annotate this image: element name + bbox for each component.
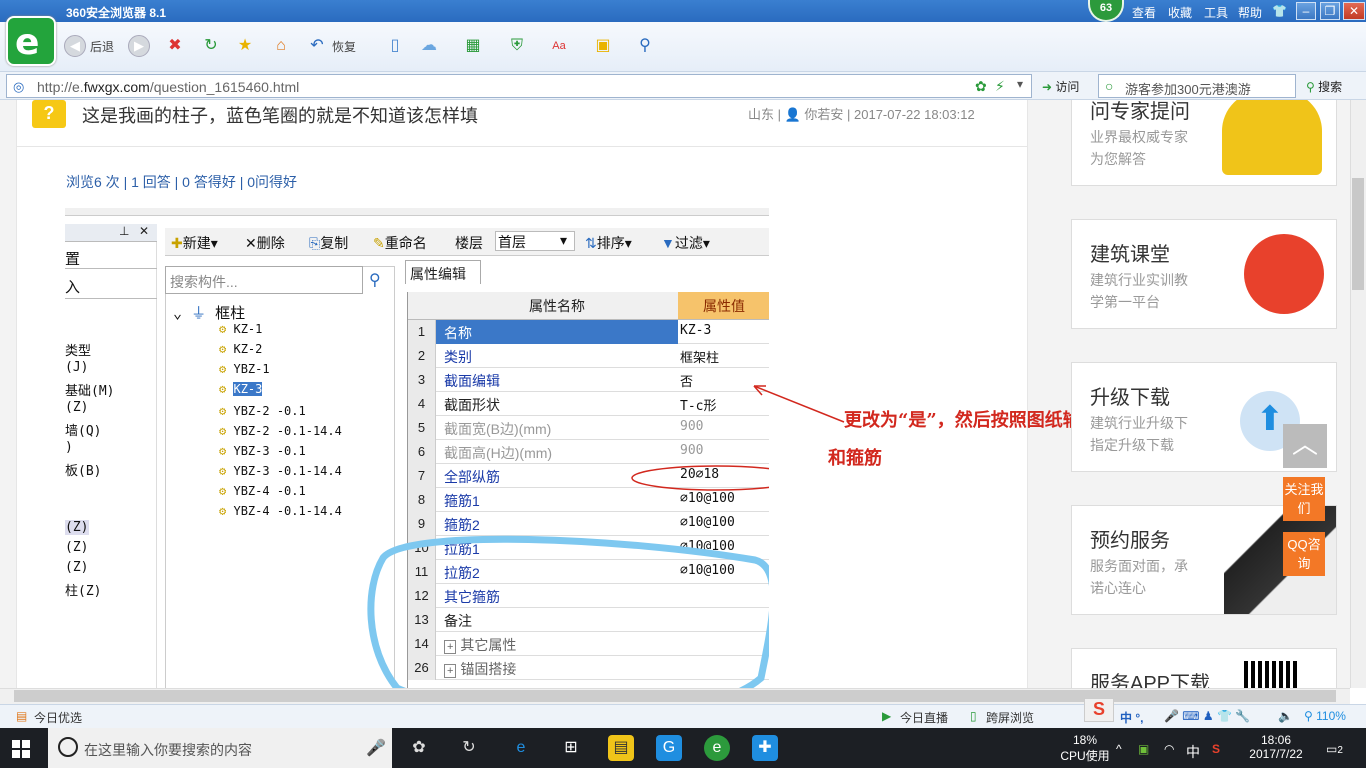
- shield-icon[interactable]: ⛨: [506, 35, 528, 57]
- gpu-icon[interactable]: ▣: [1138, 742, 1149, 756]
- store-icon[interactable]: ⊞: [558, 735, 584, 761]
- task-view-icon[interactable]: ✿: [406, 735, 432, 761]
- close-button[interactable]: ✕: [1343, 2, 1365, 20]
- horizontal-scroll-thumb[interactable]: [14, 690, 1336, 702]
- qq-consult-button[interactable]: QQ咨询: [1283, 532, 1325, 576]
- page-content: ? 这是我画的柱子，蓝色笔圈的就是不知道该怎样填 山东 | 👤 你若安 | 20…: [0, 100, 1350, 688]
- volume-icon[interactable]: 🔈: [1278, 709, 1293, 723]
- favorite-star-icon[interactable]: ★: [234, 35, 256, 57]
- browser-logo-icon[interactable]: e: [6, 16, 56, 66]
- page-globe-icon: ◎: [13, 79, 25, 94]
- daily-picks-link[interactable]: 今日优选: [34, 709, 82, 726]
- window-title: 360安全浏览器 8.1: [66, 6, 167, 20]
- mic-icon[interactable]: 🎤: [366, 738, 386, 758]
- cortana-icon: [58, 737, 78, 757]
- file-explorer-icon[interactable]: ▤: [608, 735, 634, 761]
- restore-label[interactable]: 恢复: [332, 36, 356, 58]
- cloud-icon[interactable]: ☁: [418, 35, 440, 57]
- annotation-marks: [367, 465, 769, 688]
- clock[interactable]: 18:06 2017/7/22: [1246, 733, 1306, 761]
- status-bar: [0, 704, 1366, 728]
- input-language[interactable]: 中: [1186, 742, 1200, 762]
- visit-button[interactable]: ➜ 访问: [1042, 78, 1079, 95]
- menu-favorites[interactable]: 收藏: [1168, 4, 1192, 21]
- menu-tools[interactable]: 工具: [1204, 4, 1228, 21]
- taskbar-search-input[interactable]: 在这里输入你要搜索的内容 🎤: [48, 728, 392, 768]
- windows-start-icon[interactable]: [12, 740, 30, 758]
- dropdown-icon[interactable]: ▾: [1017, 77, 1023, 91]
- cross-screen-icon: ▯: [970, 709, 977, 723]
- stop-icon[interactable]: ✖: [164, 35, 186, 57]
- blue-circle-mark: [367, 535, 769, 688]
- question-title: 这是我画的柱子，蓝色笔圈的就是不知道该怎样填: [82, 106, 478, 126]
- question-meta: 山东 | 👤 你若安 | 2017-07-22 18:03:12: [748, 107, 975, 122]
- classroom-logo-icon: [1244, 234, 1324, 314]
- search-input[interactable]: ○ 游客参加300元港澳游: [1098, 74, 1296, 98]
- red-circle-mark: [631, 465, 769, 491]
- back-icon[interactable]: ◀: [64, 35, 86, 57]
- url-text[interactable]: http://e.fwxgx.com/question_1615460.html: [37, 79, 299, 95]
- ime-mode[interactable]: 中 °,: [1120, 709, 1143, 726]
- go-icon: ➜: [1042, 80, 1053, 94]
- follow-us-button[interactable]: 关注我们: [1283, 477, 1325, 521]
- speed-mode-icon[interactable]: ⚡: [995, 78, 1005, 95]
- ime-toolbar-icons[interactable]: 🎤 ⌨ ♟ 👕 🔧: [1164, 709, 1250, 723]
- question-icon: ?: [32, 100, 66, 128]
- skin-icon[interactable]: 👕: [1272, 4, 1287, 18]
- search-engine-icon: ○: [1105, 78, 1114, 94]
- divider: [16, 146, 1028, 147]
- restore-icon[interactable]: ↶: [306, 35, 328, 57]
- vertical-scroll-thumb[interactable]: [1352, 178, 1364, 290]
- refresh-icon[interactable]: ↻: [200, 35, 222, 57]
- cpu-usage[interactable]: 18% CPU使用: [1060, 733, 1110, 764]
- menu-view[interactable]: 查看: [1132, 4, 1156, 21]
- mascot-icon: [1222, 100, 1322, 175]
- wifi-icon[interactable]: ◠: [1164, 742, 1174, 756]
- zoom-search-icon[interactable]: ⚲: [634, 35, 656, 57]
- minimize-button[interactable]: –: [1296, 2, 1316, 20]
- apps-icon[interactable]: ▦: [462, 35, 484, 57]
- forward-icon[interactable]: ▶: [128, 35, 150, 57]
- menu-help[interactable]: 帮助: [1238, 4, 1262, 21]
- screenshot-icon[interactable]: ▣: [592, 35, 614, 57]
- 360-browser-icon[interactable]: e: [704, 735, 730, 761]
- security-icon[interactable]: ✿: [975, 78, 987, 95]
- search-icon: ⚲: [1306, 80, 1315, 94]
- sidebar-card-app[interactable]: 服务APP下载: [1071, 648, 1337, 688]
- zoom-level[interactable]: ⚲ 110%: [1304, 709, 1346, 723]
- phone-icon[interactable]: ▯: [384, 35, 406, 57]
- notification-icon[interactable]: ▭2: [1326, 742, 1343, 756]
- home-icon[interactable]: ⌂: [270, 35, 292, 57]
- tray-chevron-icon[interactable]: ^: [1116, 742, 1122, 756]
- sogou-tray-icon[interactable]: S: [1212, 742, 1220, 756]
- edge-icon[interactable]: e: [508, 735, 534, 761]
- remote-app-icon[interactable]: ✚: [752, 735, 778, 761]
- search-button[interactable]: ⚲ 搜索: [1306, 78, 1342, 95]
- annotation-arrow-icon: [753, 385, 845, 423]
- cross-screen-link[interactable]: 跨屏浏览: [986, 709, 1034, 726]
- sidebar-card-classroom[interactable]: 建筑课堂 建筑行业实训教 学第一平台: [1071, 219, 1337, 329]
- back-label[interactable]: 后退: [90, 36, 114, 58]
- maximize-button[interactable]: ❐: [1320, 2, 1340, 20]
- title-bar: 360安全浏览器 8.1 查看 收藏 工具 帮助 👕 – ❐ ✕: [0, 0, 1366, 22]
- address-bar[interactable]: ◎ http://e.fwxgx.com/question_1615460.ht…: [6, 74, 1032, 98]
- sidebar-card-expert[interactable]: 问专家提问 业界最权威专家 为您解答: [1071, 100, 1337, 186]
- annotation-text: 和箍筋: [828, 448, 882, 469]
- translate-icon[interactable]: Aa: [548, 35, 570, 57]
- back-to-top-button[interactable]: ︿: [1283, 424, 1327, 468]
- sogou-ime-icon[interactable]: S: [1084, 698, 1114, 722]
- daily-picks-icon: ▤: [16, 709, 28, 723]
- qr-code-icon: [1244, 661, 1298, 688]
- app-icon[interactable]: ↻: [456, 735, 482, 761]
- live-link[interactable]: 今日直播: [900, 709, 948, 726]
- question-image[interactable]: ⊥ ✕ 置 入 类型 (J) 基础(M) (Z) 墙(Q) ) 板(B) (Z)…: [65, 208, 769, 688]
- live-icon: ▶: [882, 709, 892, 723]
- question-stats[interactable]: 浏览6 次 | 1 回答 | 0 答得好 | 0问得好: [66, 172, 297, 192]
- glodon-icon[interactable]: G: [656, 735, 682, 761]
